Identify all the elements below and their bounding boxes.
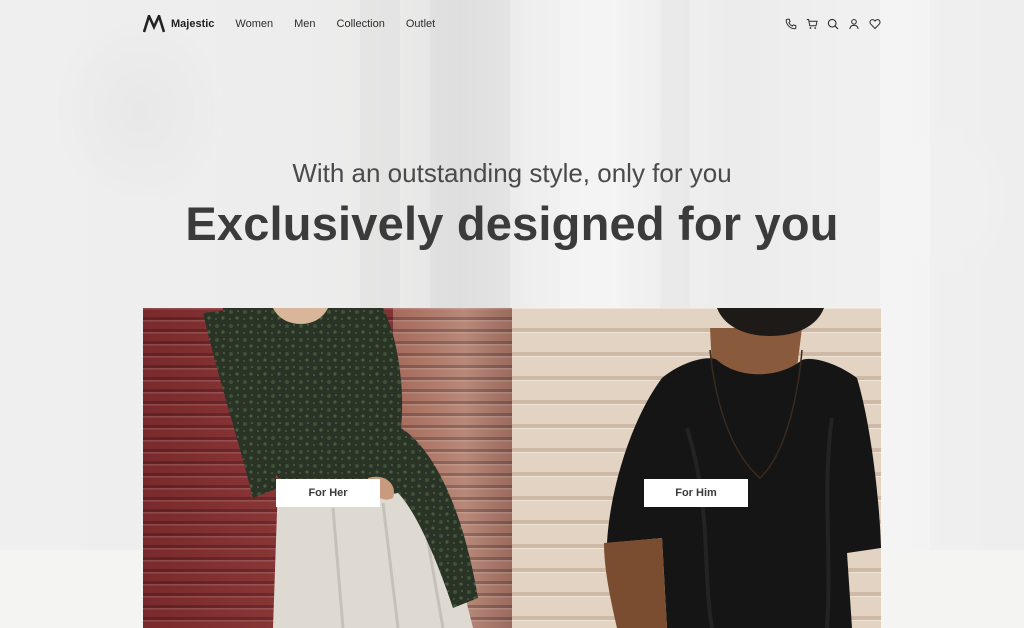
- nav-link-men[interactable]: Men: [294, 18, 315, 30]
- for-her-button[interactable]: For Her: [276, 479, 380, 507]
- nav-link-collection[interactable]: Collection: [337, 18, 385, 30]
- user-icon[interactable]: [848, 18, 860, 30]
- hero-subtitle: With an outstanding style, only for you: [292, 158, 732, 188]
- brand-logo[interactable]: Majestic: [143, 15, 214, 33]
- category-card-him[interactable]: For Him: [512, 308, 881, 628]
- nav-link-outlet[interactable]: Outlet: [406, 18, 435, 30]
- m-logo-icon: [143, 15, 165, 33]
- search-icon[interactable]: [827, 18, 839, 30]
- category-photo-her: [143, 308, 512, 628]
- category-card-her[interactable]: For Her: [143, 308, 512, 628]
- nav-links: Women Men Collection Outlet: [235, 18, 456, 30]
- nav-link-women[interactable]: Women: [235, 18, 273, 30]
- cart-icon[interactable]: [806, 18, 818, 30]
- top-navigation: Majestic Women Men Collection Outlet: [143, 12, 881, 36]
- phone-icon[interactable]: [785, 18, 797, 30]
- for-him-button[interactable]: For Him: [644, 479, 748, 507]
- category-photo-him: [512, 308, 881, 628]
- heart-icon[interactable]: [869, 18, 881, 30]
- hero-headline: Exclusively designed for you: [185, 197, 839, 250]
- nav-icons: [785, 18, 881, 30]
- brand-name: Majestic: [171, 18, 215, 30]
